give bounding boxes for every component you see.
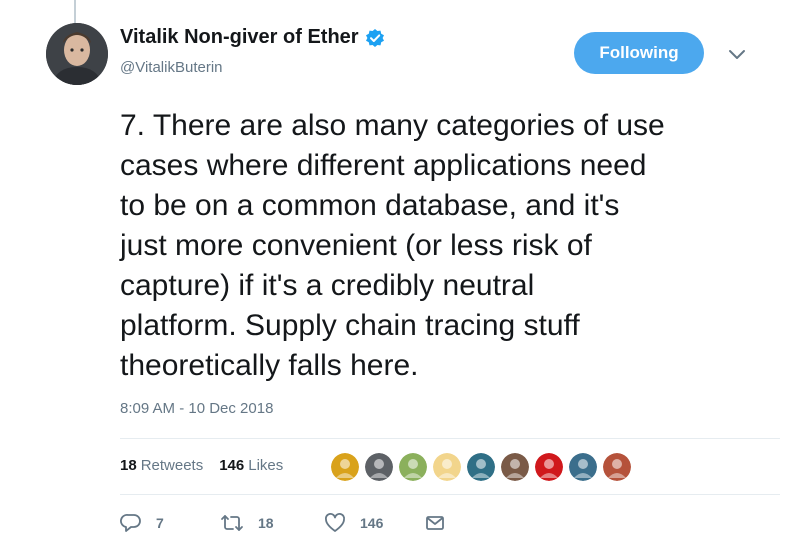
- author-avatar[interactable]: [46, 23, 108, 85]
- reply-icon: [120, 512, 142, 534]
- verified-badge-icon: [365, 28, 385, 48]
- actions-divider: [120, 494, 780, 495]
- direct-message-action[interactable]: [424, 512, 446, 534]
- likes-stat[interactable]: 146 Likes: [219, 457, 283, 474]
- retweet-icon: [220, 512, 244, 534]
- stats-divider: [120, 438, 780, 439]
- liker-avatar-icon[interactable]: [568, 452, 598, 482]
- liker-avatar-icon[interactable]: [466, 452, 496, 482]
- like-count: 146: [360, 515, 384, 531]
- retweet-count: 18: [258, 515, 274, 531]
- retweets-count: 18: [120, 457, 137, 474]
- liker-avatar-icon[interactable]: [364, 452, 394, 482]
- retweet-action[interactable]: 18: [220, 512, 274, 534]
- like-action[interactable]: 146: [324, 512, 383, 534]
- heart-icon: [324, 512, 346, 534]
- liker-avatar-icon[interactable]: [432, 452, 462, 482]
- author-display-name[interactable]: Vitalik Non-giver of Ether: [120, 26, 359, 49]
- reply-count: 7: [156, 515, 164, 531]
- thread-connector-line: [74, 0, 76, 24]
- reply-action[interactable]: 7: [120, 512, 164, 534]
- following-button[interactable]: Following: [574, 32, 704, 74]
- author-name-row: Vitalik Non-giver of Ether: [120, 26, 385, 49]
- likes-count: 146: [219, 457, 245, 474]
- liker-avatar-icon[interactable]: [534, 452, 564, 482]
- tweet-stats: 18 Retweets 146 Likes: [120, 457, 283, 474]
- person-avatar-icon: [46, 23, 108, 85]
- author-handle[interactable]: @VitalikButerin: [120, 59, 223, 76]
- likes-label: Likes: [248, 457, 284, 474]
- tweet-timestamp[interactable]: 8:09 AM - 10 Dec 2018: [120, 400, 273, 417]
- liker-avatar-icon[interactable]: [500, 452, 530, 482]
- tweet-text: 7. There are also many categories of use…: [120, 109, 665, 382]
- retweets-label: Retweets: [140, 457, 204, 474]
- liker-avatar-icon[interactable]: [330, 452, 360, 482]
- direct-message-icon: [424, 512, 446, 534]
- liker-avatar-icon[interactable]: [398, 452, 428, 482]
- likers-avatar-row: [330, 452, 632, 482]
- liker-avatar-icon[interactable]: [602, 452, 632, 482]
- retweets-stat[interactable]: 18 Retweets: [120, 457, 203, 474]
- chevron-down-icon[interactable]: [724, 44, 750, 64]
